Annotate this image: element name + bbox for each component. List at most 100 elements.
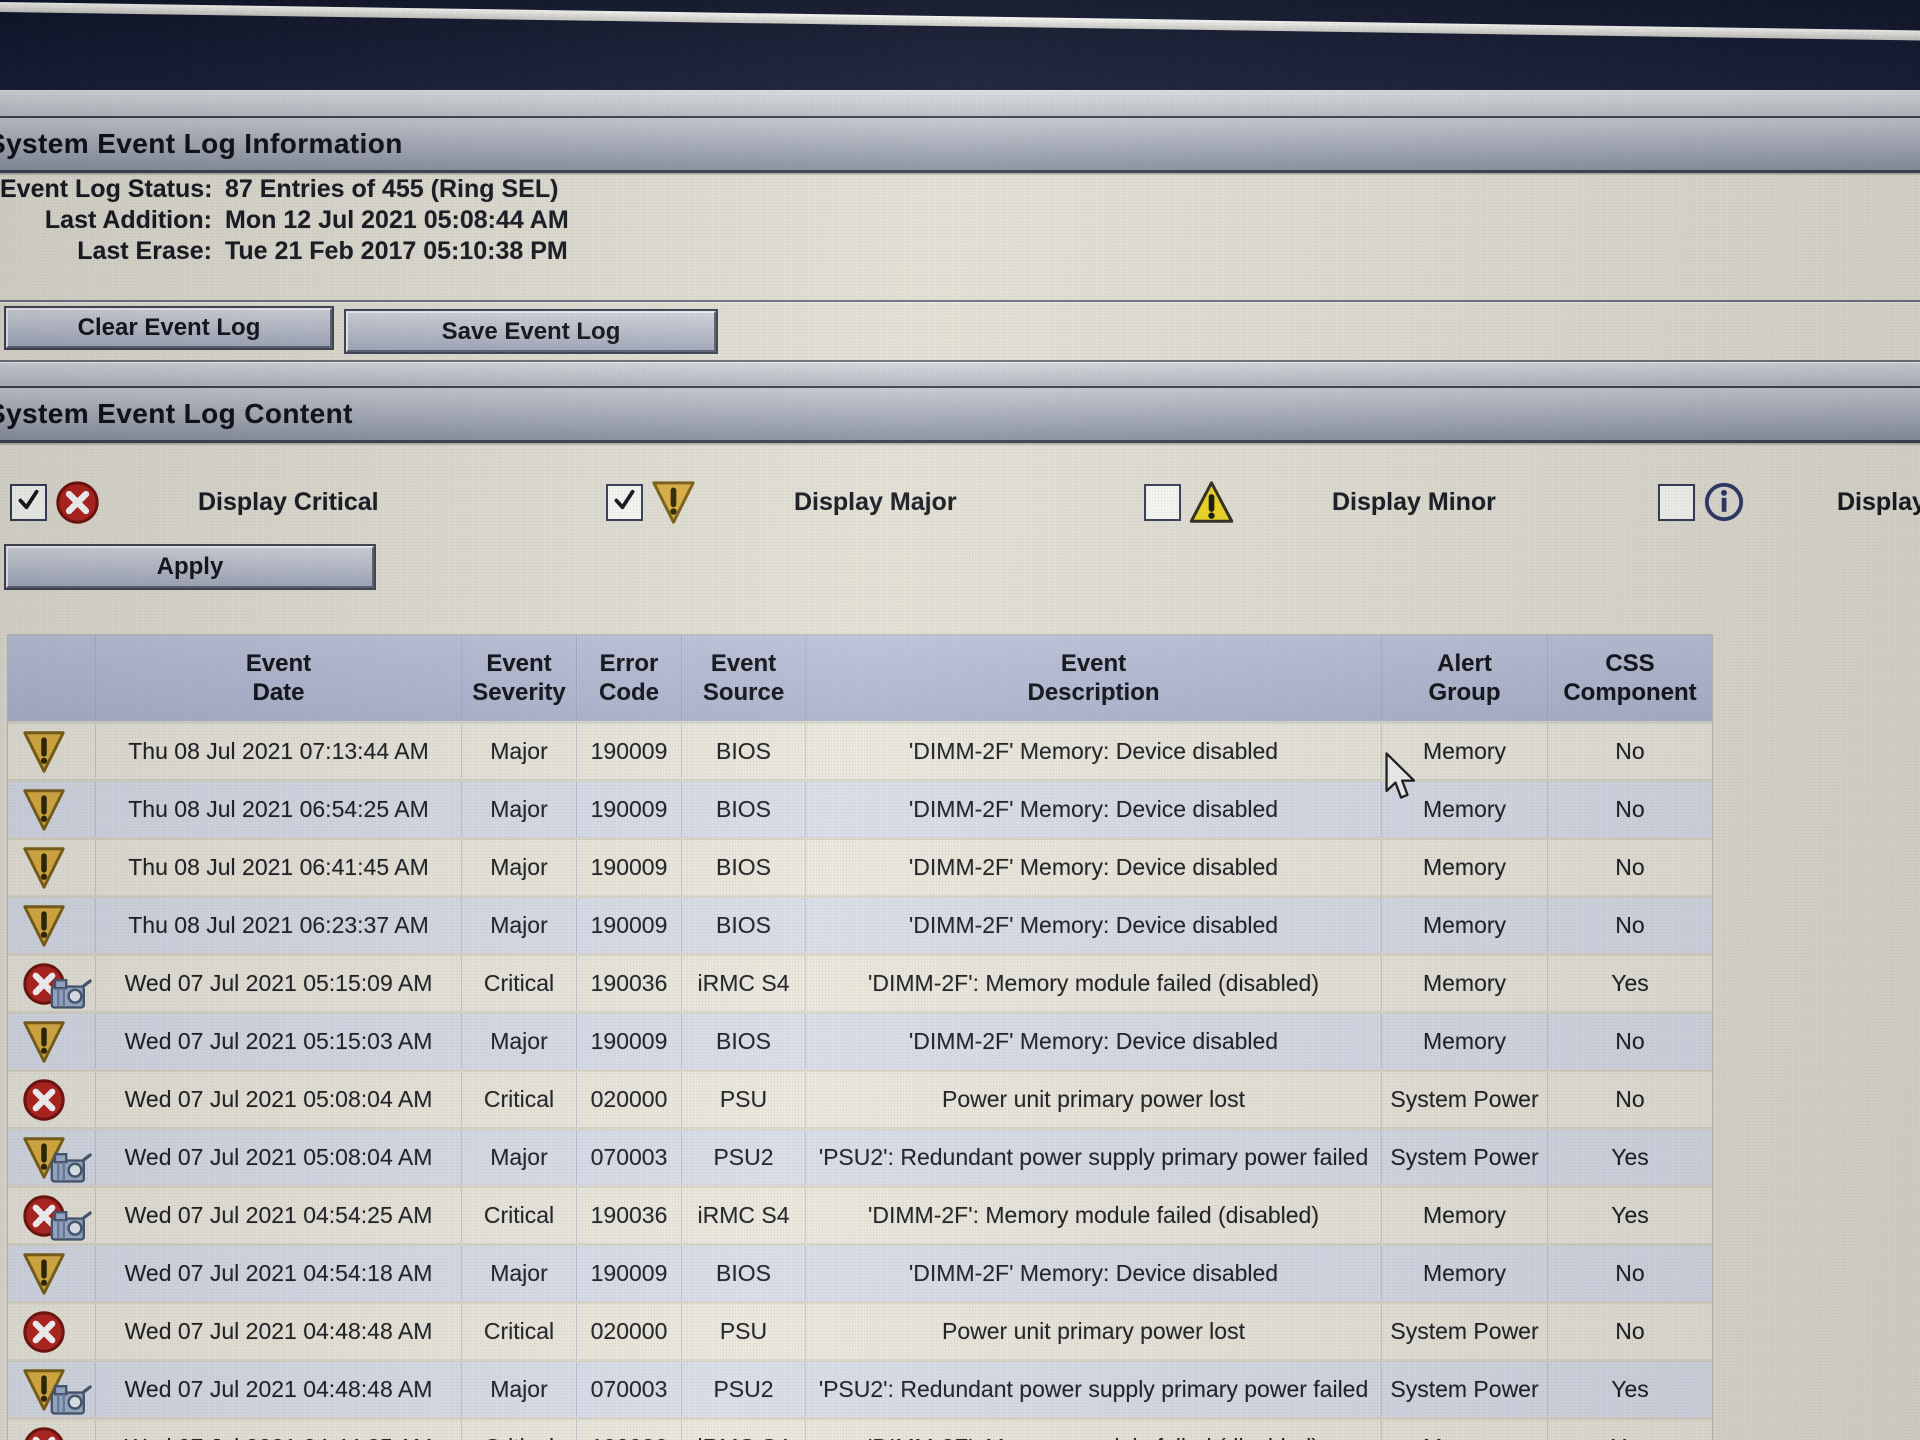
- error-code-cell: 190009: [577, 840, 682, 895]
- severity-icon-cell: [8, 956, 96, 1011]
- info-icon: [1703, 481, 1745, 523]
- severity-icon-cell: [8, 1014, 96, 1069]
- event-severity-cell: Critical: [462, 1304, 577, 1359]
- irmc-event-log-page: System Event Log Information Event Log S…: [0, 0, 1920, 1440]
- event-description-cell: Power unit primary power lost: [806, 1304, 1382, 1359]
- event-date-cell: Wed 07 Jul 2021 04:54:18 AM: [96, 1246, 462, 1301]
- event-description-cell: 'DIMM-2F': Memory module failed (disable…: [806, 1188, 1382, 1243]
- severity-icon-cell: [8, 1246, 96, 1301]
- display-critical-checkbox[interactable]: [10, 484, 47, 521]
- css-component-cell: Yes: [1548, 1420, 1712, 1440]
- display-info-label: Display In: [1837, 488, 1920, 517]
- filter-display-critical: Display Critical: [10, 478, 379, 526]
- css-component-cell: No: [1548, 840, 1712, 895]
- section-header-event-log-information: System Event Log Information: [0, 116, 1920, 173]
- error-code-cell: 190009: [577, 1014, 682, 1069]
- info-row-status: Event Log Status: 87 Entries of 455 (Rin…: [0, 174, 569, 205]
- css-component-cell: No: [1548, 782, 1712, 837]
- display-critical-label: Display Critical: [198, 488, 379, 517]
- error-code-cell: 190009: [577, 782, 682, 837]
- major-icon: [22, 844, 66, 892]
- severity-icon-cell: [8, 1420, 96, 1440]
- last-erase-value: Tue 21 Feb 2017 05:10:38 PM: [225, 236, 568, 267]
- event-source-cell: BIOS: [682, 1014, 806, 1069]
- divider: [0, 300, 1920, 302]
- alert-group-cell: Memory: [1382, 1188, 1548, 1243]
- event-severity-cell: Major: [462, 1014, 577, 1069]
- column-header-alert-group: AlertGroup: [1382, 635, 1548, 721]
- severity-icon-cell: [8, 1362, 96, 1417]
- column-header-event-source: EventSource: [682, 635, 806, 721]
- filter-display-informational: Display In: [1658, 478, 1920, 526]
- section-header-event-log-content: System Event Log Content: [0, 386, 1920, 443]
- event-source-cell: iRMC S4: [682, 1420, 806, 1440]
- table-header-row: EventDate EventSeverity ErrorCode EventS…: [8, 635, 1712, 721]
- major-icon: [22, 786, 66, 834]
- event-log-status-label: Event Log Status:: [0, 174, 212, 205]
- apply-button[interactable]: Apply: [6, 546, 374, 588]
- filter-display-major: Display Major: [606, 478, 957, 526]
- table-row: Wed 07 Jul 2021 04:54:25 AM Critical 190…: [8, 1185, 1712, 1243]
- column-header-css-component: CSSComponent: [1548, 635, 1712, 721]
- css-component-cell: No: [1548, 1072, 1712, 1127]
- event-source-cell: BIOS: [682, 724, 806, 779]
- display-minor-label: Display Minor: [1332, 488, 1496, 517]
- alert-group-cell: Memory: [1382, 898, 1548, 953]
- event-date-cell: Wed 07 Jul 2021 05:08:04 AM: [96, 1072, 462, 1127]
- display-minor-checkbox[interactable]: [1144, 484, 1181, 521]
- css-component-cell: Yes: [1548, 1130, 1712, 1185]
- event-date-cell: Wed 07 Jul 2021 05:08:04 AM: [96, 1130, 462, 1185]
- last-addition-label: Last Addition:: [0, 205, 212, 236]
- css-component-cell: Yes: [1548, 1362, 1712, 1417]
- major-css-icon: [22, 1366, 92, 1414]
- event-severity-cell: Major: [462, 840, 577, 895]
- error-code-cell: 190009: [577, 898, 682, 953]
- css-component-cell: No: [1548, 724, 1712, 779]
- severity-icon-cell: [8, 1304, 96, 1359]
- event-severity-cell: Major: [462, 782, 577, 837]
- event-date-cell: Wed 07 Jul 2021 04:44:25 AM: [96, 1420, 462, 1440]
- event-severity-cell: Major: [462, 1130, 577, 1185]
- event-date-cell: Thu 08 Jul 2021 06:23:37 AM: [96, 898, 462, 953]
- css-component-cell: No: [1548, 898, 1712, 953]
- event-severity-cell: Critical: [462, 1420, 577, 1440]
- table-row: Thu 08 Jul 2021 06:54:25 AM Major 190009…: [8, 779, 1712, 837]
- save-event-log-button[interactable]: Save Event Log: [346, 311, 716, 352]
- last-addition-value: Mon 12 Jul 2021 05:08:44 AM: [225, 205, 569, 236]
- table-row: Wed 07 Jul 2021 05:08:04 AM Major 070003…: [8, 1127, 1712, 1185]
- critical-css-icon: [22, 1424, 92, 1440]
- column-header-event-date: EventDate: [96, 635, 462, 721]
- table-row: Wed 07 Jul 2021 04:54:18 AM Major 190009…: [8, 1243, 1712, 1301]
- table-row: Wed 07 Jul 2021 05:15:09 AM Critical 190…: [8, 953, 1712, 1011]
- column-header-event-severity: EventSeverity: [462, 635, 577, 721]
- filter-display-minor: Display Minor: [1144, 478, 1496, 526]
- event-description-cell: 'DIMM-2F' Memory: Device disabled: [806, 1246, 1382, 1301]
- event-severity-cell: Major: [462, 1362, 577, 1417]
- event-description-cell: 'PSU2': Redundant power supply primary p…: [806, 1362, 1382, 1417]
- event-date-cell: Thu 08 Jul 2021 06:54:25 AM: [96, 782, 462, 837]
- clear-event-log-button[interactable]: Clear Event Log: [6, 308, 332, 348]
- event-log-info-block: Event Log Status: 87 Entries of 455 (Rin…: [0, 174, 569, 267]
- minor-icon: [1189, 480, 1234, 525]
- event-severity-cell: Major: [462, 1246, 577, 1301]
- event-date-cell: Wed 07 Jul 2021 04:54:25 AM: [96, 1188, 462, 1243]
- table-row: Wed 07 Jul 2021 04:44:25 AM Critical 190…: [8, 1417, 1712, 1440]
- table-row: Thu 08 Jul 2021 07:13:44 AM Major 190009…: [8, 721, 1712, 779]
- severity-icon-cell: [8, 724, 96, 779]
- css-component-cell: No: [1548, 1304, 1712, 1359]
- alert-group-cell: Memory: [1382, 1014, 1548, 1069]
- event-description-cell: 'PSU2': Redundant power supply primary p…: [806, 1130, 1382, 1185]
- info-row-last-erase: Last Erase: Tue 21 Feb 2017 05:10:38 PM: [0, 236, 569, 267]
- display-major-checkbox[interactable]: [606, 484, 643, 521]
- event-description-cell: 'DIMM-2F': Memory module failed (disable…: [806, 1420, 1382, 1440]
- event-source-cell: BIOS: [682, 898, 806, 953]
- event-date-cell: Thu 08 Jul 2021 06:41:45 AM: [96, 840, 462, 895]
- critical-css-icon: [22, 1192, 92, 1240]
- event-date-cell: Wed 07 Jul 2021 05:15:09 AM: [96, 956, 462, 1011]
- severity-icon-cell: [8, 1130, 96, 1185]
- display-info-checkbox[interactable]: [1658, 484, 1695, 521]
- critical-icon: [22, 1076, 66, 1124]
- mouse-cursor: [1382, 752, 1420, 804]
- table-row: Wed 07 Jul 2021 05:08:04 AM Critical 020…: [8, 1069, 1712, 1127]
- event-source-cell: PSU2: [682, 1362, 806, 1417]
